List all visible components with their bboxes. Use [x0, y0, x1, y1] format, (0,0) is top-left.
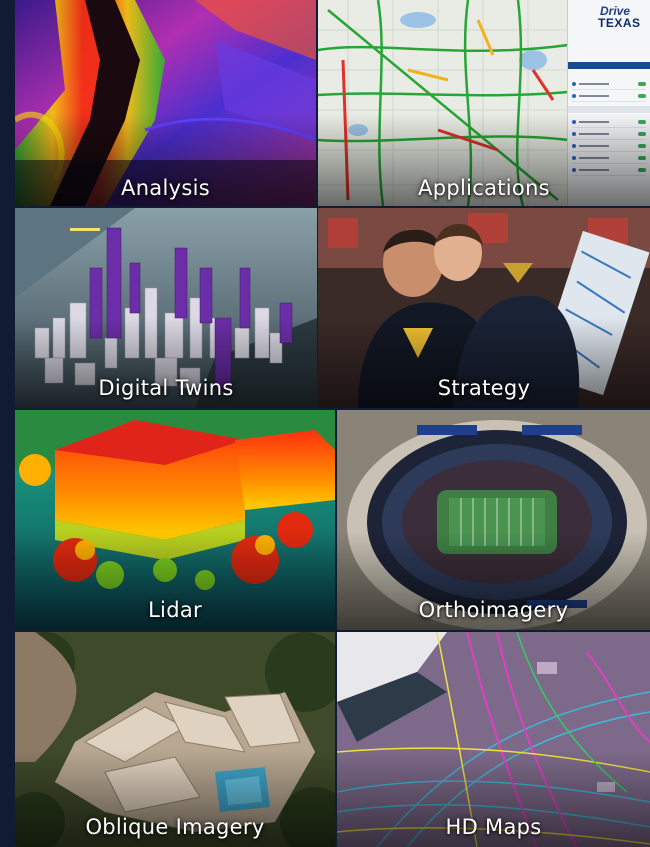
tile-applications[interactable]: Drive TEXAS Applications — [318, 0, 650, 206]
tile-label: Applications — [418, 176, 550, 200]
tile-label: Lidar — [148, 598, 202, 622]
tile-oblique-imagery[interactable]: Oblique Imagery — [15, 632, 335, 847]
tile-lidar[interactable]: Lidar — [15, 410, 335, 630]
stadium-aerial-image — [337, 410, 650, 630]
toggle-icon — [638, 94, 646, 98]
panel-header-bar — [568, 62, 650, 69]
tile-label: Strategy — [437, 376, 531, 400]
panel-section-bar — [568, 106, 650, 113]
tile-analysis[interactable]: Analysis — [15, 0, 316, 206]
toggle-icon — [638, 82, 646, 86]
tile-label: Orthoimagery — [418, 598, 569, 622]
panel-row — [572, 130, 646, 140]
panel-row — [572, 154, 646, 164]
toggle-icon — [638, 168, 646, 172]
tile-strategy[interactable]: Strategy — [318, 208, 650, 408]
panel-row — [572, 142, 646, 152]
lidar-pointcloud-image — [15, 410, 335, 630]
layer-icon — [572, 120, 576, 124]
toggle-icon — [638, 144, 646, 148]
drive-texas-logo: Drive TEXAS — [574, 4, 644, 32]
layer-icon — [572, 144, 576, 148]
layer-icon — [572, 82, 576, 86]
panel-row — [572, 166, 646, 176]
panel-row — [572, 118, 646, 128]
tile-hd-maps[interactable]: HD Maps — [337, 632, 650, 847]
tile-digital-twins[interactable]: Digital Twins — [15, 208, 317, 408]
toggle-icon — [638, 156, 646, 160]
toggle-icon — [638, 132, 646, 136]
tile-label: Digital Twins — [98, 376, 234, 400]
toggle-icon — [638, 120, 646, 124]
layer-icon — [572, 132, 576, 136]
layer-icon — [572, 94, 576, 98]
layer-icon — [572, 168, 576, 172]
tile-label: Analysis — [121, 176, 210, 200]
tile-label: HD Maps — [445, 815, 542, 839]
panel-row — [572, 80, 646, 90]
tile-orthoimagery[interactable]: Orthoimagery — [337, 410, 650, 630]
panel-row — [572, 92, 646, 102]
logo-texas-text: TEXAS — [598, 16, 641, 30]
layer-icon — [572, 156, 576, 160]
tile-label: Oblique Imagery — [85, 815, 265, 839]
